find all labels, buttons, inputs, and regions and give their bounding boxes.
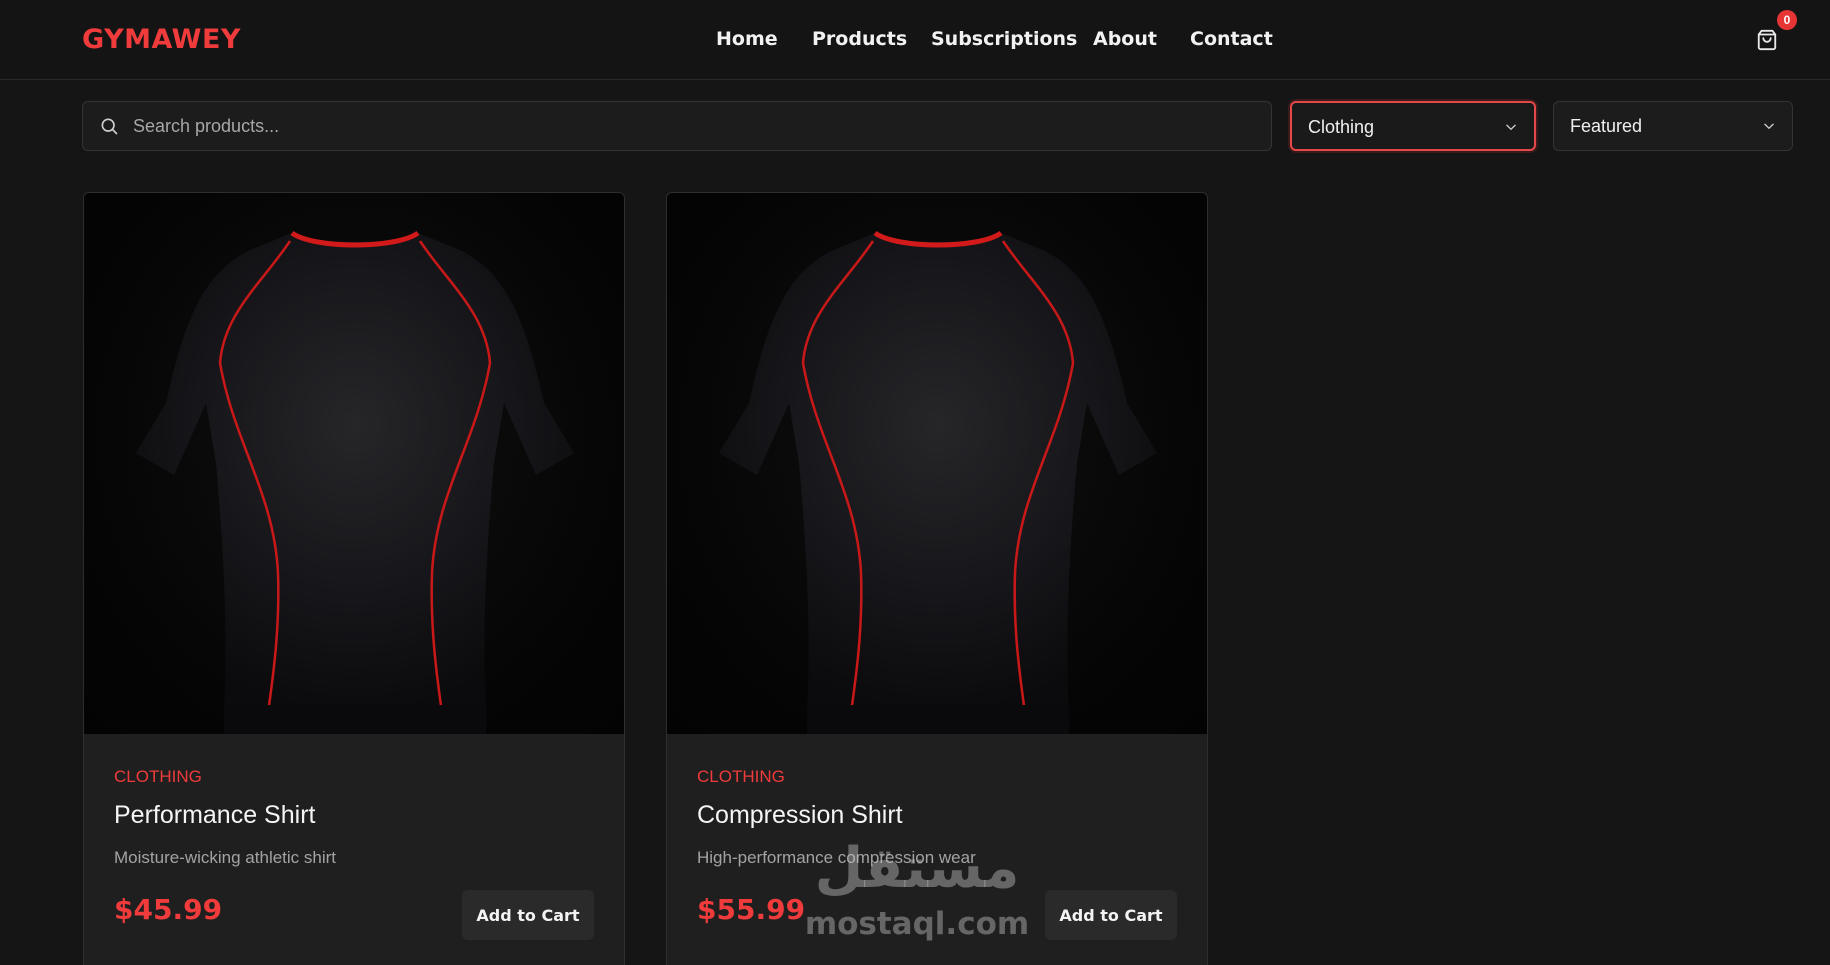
search-bar: [82, 101, 1272, 151]
search-input[interactable]: [133, 102, 1253, 150]
nav-item-home[interactable]: Home: [716, 28, 778, 50]
chevron-down-icon: [1506, 124, 1516, 130]
cart-button[interactable]: [1756, 29, 1778, 51]
product-image[interactable]: [84, 193, 624, 734]
cart-count-badge: 0: [1777, 10, 1797, 30]
product-price: $55.99: [697, 893, 806, 926]
site-header: GYMAWEY Home Products Subscriptions Abou…: [0, 0, 1830, 80]
sort-select[interactable]: Featured: [1553, 101, 1793, 151]
brand-logo[interactable]: GYMAWEY: [82, 24, 241, 55]
nav-item-products[interactable]: Products: [812, 28, 907, 50]
add-to-cart-button[interactable]: Add to Cart: [1045, 890, 1177, 940]
product-description: Moisture-wicking athletic shirt: [114, 848, 337, 867]
shirt-image: [719, 230, 1157, 734]
nav-item-subscriptions[interactable]: Subscriptions: [931, 28, 1077, 50]
product-price: $45.99: [114, 893, 223, 926]
category-select-value: Clothing: [1308, 117, 1375, 137]
product-description: High-performance compression wear: [697, 848, 976, 867]
product-title[interactable]: Compression Shirt: [697, 801, 903, 830]
product-card[interactable]: CLOTHING Compression Shirt High-performa…: [666, 192, 1208, 965]
product-card[interactable]: CLOTHING Performance Shirt Moisture-wick…: [83, 192, 625, 965]
shirt-image: [136, 230, 574, 734]
shopping-bag-icon: [1757, 29, 1777, 51]
sort-select-value: Featured: [1570, 116, 1643, 136]
nav-item-contact[interactable]: Contact: [1190, 28, 1273, 50]
product-image[interactable]: [667, 193, 1207, 734]
category-select[interactable]: Clothing: [1290, 101, 1536, 151]
search-icon: [101, 118, 118, 135]
product-category: CLOTHING: [114, 767, 202, 786]
product-category: CLOTHING: [697, 767, 785, 786]
chevron-down-icon: [1764, 123, 1774, 129]
product-title[interactable]: Performance Shirt: [114, 801, 315, 830]
add-to-cart-button[interactable]: Add to Cart: [462, 890, 594, 940]
nav-item-about[interactable]: About: [1093, 28, 1157, 50]
